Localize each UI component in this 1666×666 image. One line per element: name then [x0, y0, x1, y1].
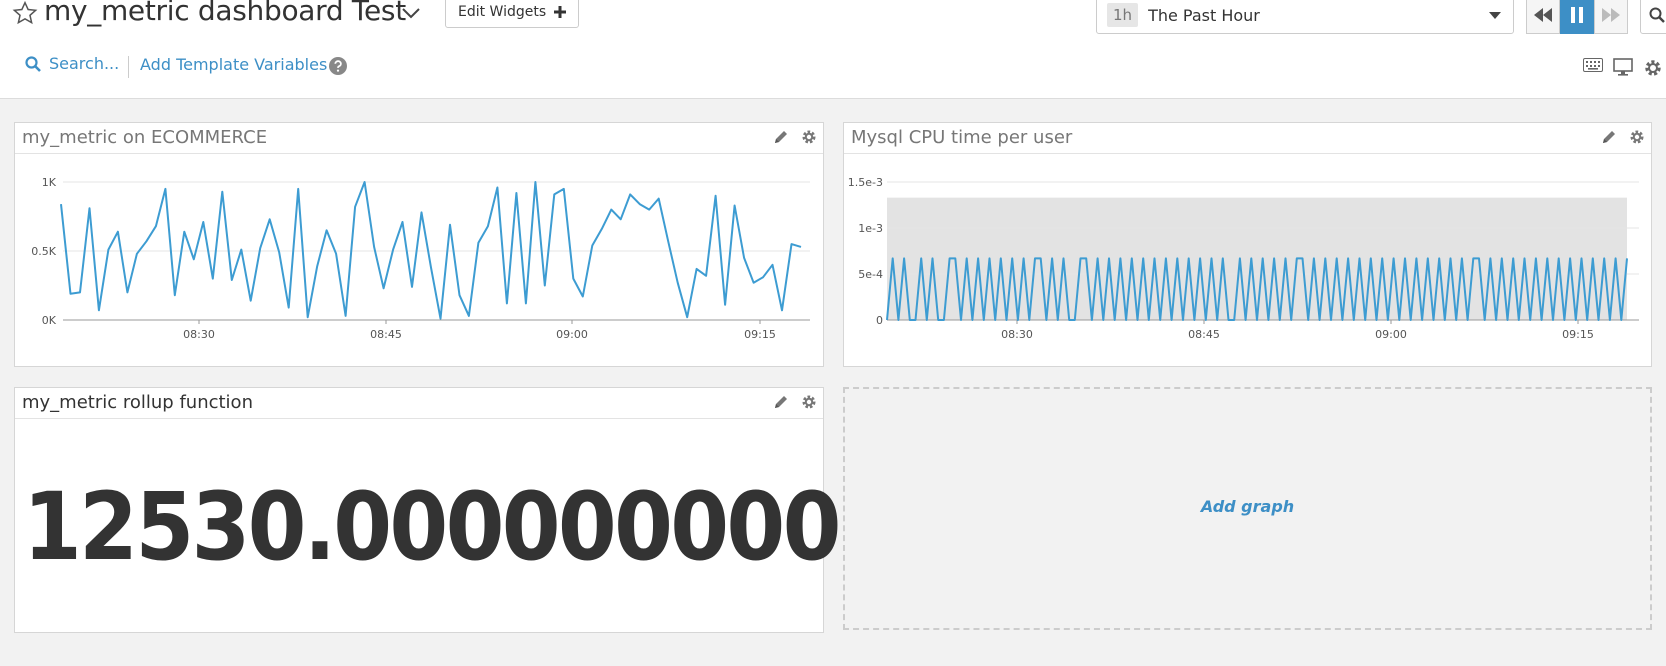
timeseries-widget-ecommerce[interactable]: my_metric on ECOMMERCE 1K 0.5K 0K 08:30 08:4… — [14, 122, 824, 367]
timeframe-select[interactable]: 1h The Past Hour — [1096, 0, 1514, 34]
y-tick-label: 0K — [42, 314, 57, 327]
rewind-icon — [1534, 8, 1552, 22]
y-tick-label: 1e-3 — [858, 222, 883, 235]
help-icon[interactable] — [329, 57, 347, 75]
caret-down-icon — [1489, 11, 1501, 19]
tv-mode-icon[interactable] — [1613, 58, 1633, 76]
timeframe-badge: 1h — [1107, 3, 1139, 27]
x-tick-label: 09:15 — [1562, 328, 1594, 341]
search-label: Search... — [49, 54, 120, 73]
x-tick-label: 09:15 — [744, 328, 776, 341]
x-tick-label: 08:30 — [183, 328, 215, 341]
widget-title: Mysql CPU time per user — [851, 127, 1073, 148]
y-tick-label: 5e-4 — [858, 268, 883, 281]
edit-widgets-button[interactable]: Edit Widgets — [445, 0, 580, 28]
pencil-icon[interactable] — [773, 394, 789, 410]
pencil-icon[interactable] — [773, 129, 789, 145]
search-icon — [1649, 7, 1665, 23]
search-icon — [25, 55, 41, 72]
widget-header: my_metric on ECOMMERCE — [15, 123, 823, 154]
gear-icon[interactable] — [1643, 58, 1663, 78]
query-value: 12530.000000000 — [23, 473, 841, 582]
widget-tools — [1601, 129, 1645, 145]
playback-controls — [1526, 0, 1628, 34]
widget-title: my_metric rollup function — [22, 392, 253, 413]
query-value-widget[interactable]: my_metric rollup function 12530.00000000… — [14, 387, 841, 633]
widget-title: my_metric on ECOMMERCE — [22, 127, 268, 148]
y-tick-label: 0 — [876, 314, 883, 327]
widget-header: Mysql CPU time per user — [844, 123, 1651, 154]
widget-tools — [773, 394, 817, 410]
pause-button[interactable] — [1560, 0, 1594, 34]
gear-icon[interactable] — [801, 129, 817, 145]
keyboard-icon[interactable] — [1583, 58, 1603, 72]
fast-forward-icon — [1602, 8, 1620, 22]
dashboard-search[interactable]: Search... — [25, 54, 119, 73]
add-graph-placeholder[interactable]: Add graph — [843, 387, 1652, 630]
x-tick-label: 09:00 — [1375, 328, 1407, 341]
x-tick-label: 08:30 — [1001, 328, 1033, 341]
pencil-icon[interactable] — [1601, 129, 1617, 145]
timeframe-label: The Past Hour — [1148, 5, 1260, 25]
dashboard-header: my_metric dashboard Test Edit Widgets 1h… — [0, 0, 1666, 99]
edit-widgets-label: Edit Widgets — [458, 4, 547, 20]
plus-icon — [554, 6, 567, 18]
fast-forward-button[interactable] — [1594, 0, 1628, 34]
view-options — [1583, 58, 1663, 78]
widget-header: my_metric rollup function — [15, 388, 823, 419]
dashboard-title[interactable]: my_metric dashboard Test — [44, 0, 406, 27]
divider — [128, 56, 129, 78]
timeseries-widget-mysql-cpu[interactable]: Mysql CPU time per user 1.5e-3 1e-3 5e-4 0 0… — [843, 122, 1652, 367]
y-tick-label: 0.5K — [31, 245, 56, 258]
widget-tools — [773, 129, 817, 145]
gear-icon[interactable] — [801, 394, 817, 410]
y-tick-label: 1K — [42, 176, 57, 189]
x-tick-label: 08:45 — [370, 328, 402, 341]
y-tick-label: 1.5e-3 — [848, 176, 883, 189]
chevron-down-icon[interactable] — [400, 4, 422, 22]
add-template-variables-link[interactable]: Add Template Variables — [140, 55, 327, 74]
x-tick-label: 08:45 — [1188, 328, 1220, 341]
search-button[interactable] — [1640, 0, 1666, 34]
add-graph-link[interactable]: Add graph — [845, 497, 1650, 516]
line-chart[interactable]: 1.5e-3 1e-3 5e-4 0 08:30 08:45 09:00 09:15 — [844, 154, 1651, 366]
shaded-band — [887, 197, 1627, 320]
star-outline-icon[interactable] — [12, 0, 38, 26]
line-chart[interactable]: 1K 0.5K 0K 08:30 08:45 09:00 09:15 — [15, 154, 823, 366]
gear-icon[interactable] — [1629, 129, 1645, 145]
series-line — [60, 181, 802, 320]
x-tick-label: 09:00 — [556, 328, 588, 341]
rewind-button[interactable] — [1526, 0, 1560, 34]
pause-icon — [1571, 7, 1583, 23]
